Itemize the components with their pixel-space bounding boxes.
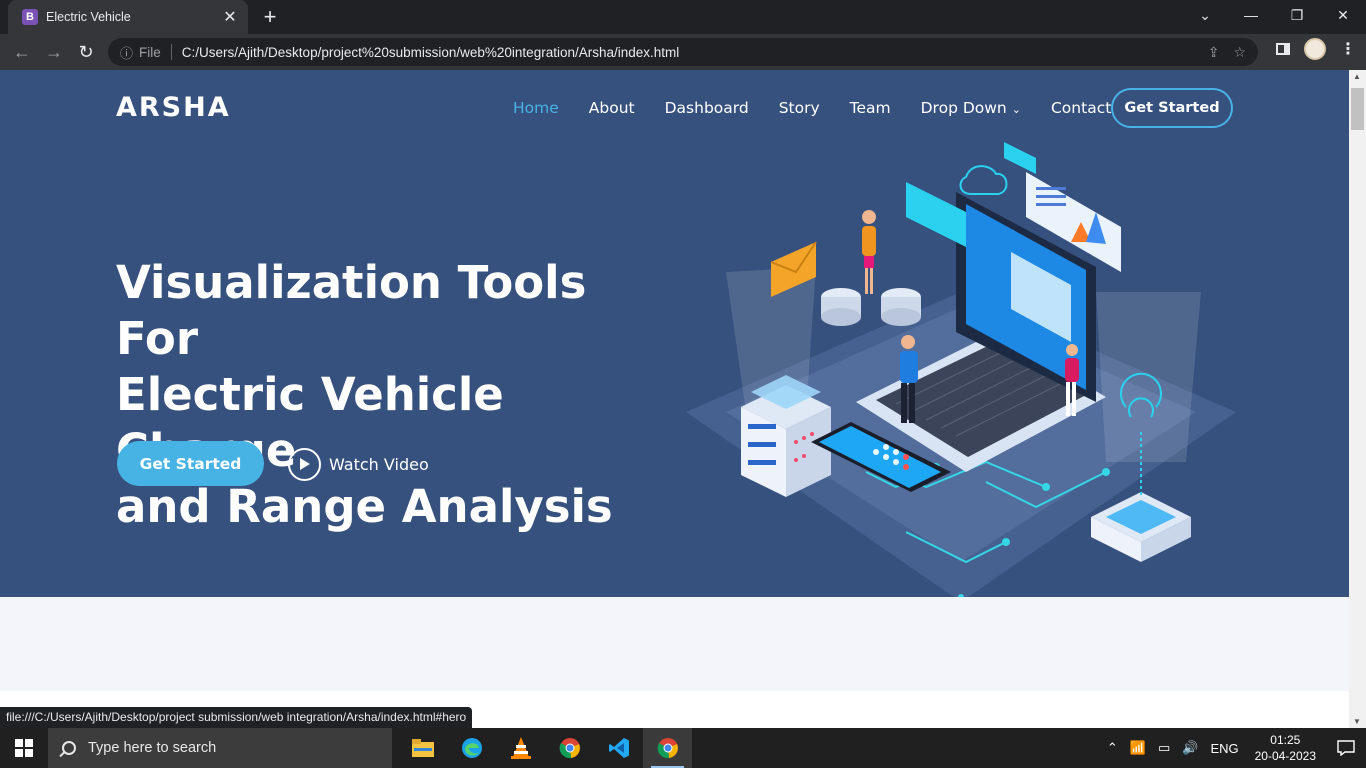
next-section <box>0 597 1349 691</box>
address-bar[interactable]: ⓘ File C:/Users/Ajith/Desktop/project%20… <box>108 38 1258 66</box>
watch-video-link[interactable]: Watch Video <box>288 447 429 481</box>
windows-logo-icon <box>15 739 33 757</box>
vlc-icon[interactable] <box>496 728 545 768</box>
start-button[interactable] <box>0 728 48 768</box>
tab-close-icon[interactable]: ✕ <box>222 7 238 27</box>
windows-taskbar: Type here to search ⌃ 📶 ▭ 🔊 ENG 01:25 20… <box>0 728 1366 768</box>
back-icon[interactable]: ← <box>6 36 38 68</box>
clock-time: 01:25 <box>1270 733 1301 747</box>
restore-button[interactable]: ❐ <box>1274 0 1320 30</box>
nav-home[interactable]: Home <box>513 99 559 117</box>
reload-icon[interactable]: ↻ <box>70 36 102 68</box>
new-tab-button[interactable]: + <box>258 5 282 29</box>
play-icon <box>288 447 321 481</box>
file-explorer-icon[interactable] <box>398 728 447 768</box>
hero-title-line-1: Visualization Tools For <box>116 256 587 365</box>
page-viewport: ARSHA Home About Dashboard Story Team Dr… <box>0 70 1349 728</box>
bookmark-star-icon[interactable]: ☆ <box>1233 44 1246 61</box>
share-icon[interactable]: ⇪ <box>1208 44 1220 61</box>
battery-icon[interactable]: ▭ <box>1158 740 1170 756</box>
scrollbar-thumb[interactable] <box>1351 88 1364 130</box>
browser-tab[interactable]: B Electric Vehicle ✕ <box>8 0 248 34</box>
minimize-button[interactable]: — <box>1228 0 1274 30</box>
info-icon[interactable]: ⓘ <box>120 43 133 62</box>
tab-title: Electric Vehicle <box>46 10 131 24</box>
chrome-active-icon[interactable] <box>643 728 692 768</box>
chrome-icon[interactable] <box>545 728 594 768</box>
taskbar-clock[interactable]: 01:25 20-04-2023 <box>1255 732 1316 764</box>
close-window-button[interactable]: ✕ <box>1320 0 1366 30</box>
side-panel-icon[interactable] <box>1276 43 1290 55</box>
nav-team[interactable]: Team <box>850 99 891 117</box>
taskbar-search[interactable]: Type here to search <box>48 728 392 768</box>
watch-video-label: Watch Video <box>329 454 429 474</box>
scroll-up-icon[interactable]: ▲ <box>1353 72 1361 81</box>
chevron-down-icon: ⌄ <box>1011 103 1021 116</box>
nav-story[interactable]: Story <box>779 99 820 117</box>
bootstrap-favicon-icon: B <box>22 9 38 25</box>
nav-dashboard[interactable]: Dashboard <box>665 99 749 117</box>
status-bar-url: file:///C:/Users/Ajith/Desktop/project s… <box>0 707 473 728</box>
chevron-up-icon[interactable]: ⌃ <box>1107 740 1118 756</box>
vscode-icon[interactable] <box>594 728 643 768</box>
hero-illustration <box>686 142 1236 602</box>
browser-toolbar: ← → ↻ ⓘ File C:/Users/Ajith/Desktop/proj… <box>0 34 1366 70</box>
nav-dropdown[interactable]: Drop Down ⌄ <box>921 99 1021 117</box>
notification-icon[interactable] <box>1326 728 1366 768</box>
scroll-down-icon[interactable]: ▼ <box>1353 717 1361 726</box>
nav-dropdown-label: Drop Down <box>920 99 1007 117</box>
main-nav: Home About Dashboard Story Team Drop Dow… <box>513 88 1141 128</box>
url-text[interactable]: C:/Users/Ajith/Desktop/project%20submiss… <box>182 45 1208 60</box>
nav-contact[interactable]: Contact <box>1051 99 1111 117</box>
hero-title: Visualization Tools For Electric Vehicle… <box>116 255 676 535</box>
window-controls: ⌄ — ❐ ✕ <box>1182 0 1366 34</box>
taskbar-apps <box>398 728 692 768</box>
search-placeholder: Type here to search <box>88 740 217 756</box>
hero-title-line-3: and Range Analysis <box>116 480 613 533</box>
browser-tabbar: B Electric Vehicle ✕ + ⌄ — ❐ ✕ <box>0 0 1366 34</box>
volume-icon[interactable]: 🔊 <box>1182 740 1198 756</box>
omnibox-scheme: File <box>139 44 161 60</box>
more-menu-icon[interactable]: ⋮ <box>1340 39 1356 59</box>
language-indicator[interactable]: ENG <box>1210 741 1238 756</box>
hero-get-started-button[interactable]: Get Started <box>117 441 264 486</box>
edge-icon[interactable] <box>447 728 496 768</box>
profile-avatar[interactable] <box>1304 38 1326 60</box>
site-logo[interactable]: ARSHA <box>116 92 231 123</box>
omnibox-divider <box>170 44 172 60</box>
nav-get-started-button[interactable]: Get Started <box>1111 88 1233 128</box>
page-scrollbar[interactable]: ▲ ▼ <box>1349 70 1366 728</box>
system-tray: ⌃ 📶 ▭ 🔊 ENG 01:25 20-04-2023 <box>1101 728 1366 768</box>
forward-icon[interactable]: → <box>38 36 70 68</box>
nav-about[interactable]: About <box>589 99 635 117</box>
wifi-icon[interactable]: 📶 <box>1130 740 1146 756</box>
clock-date: 20-04-2023 <box>1254 749 1316 763</box>
hero-section: ARSHA Home About Dashboard Story Team Dr… <box>0 70 1349 602</box>
tab-search-icon[interactable]: ⌄ <box>1182 0 1228 30</box>
search-icon <box>62 741 76 755</box>
